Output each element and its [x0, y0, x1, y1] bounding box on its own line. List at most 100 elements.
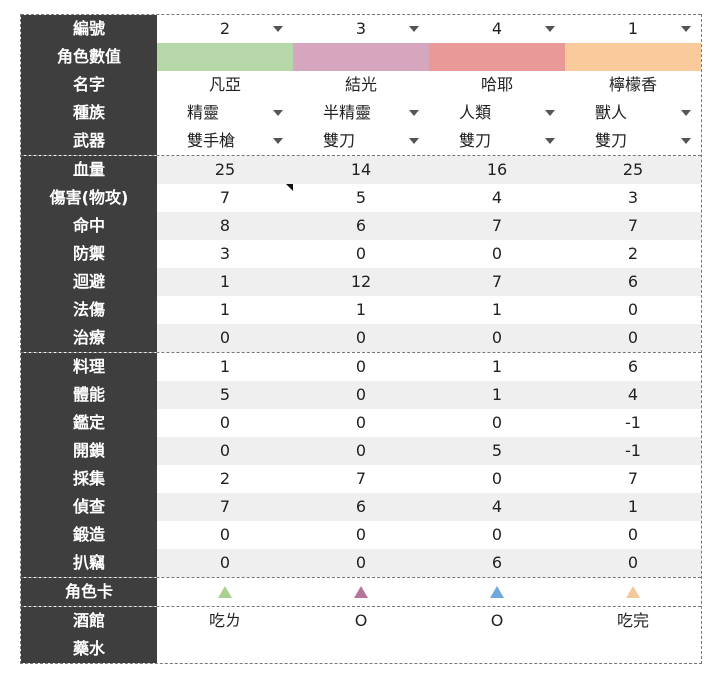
dropdown-arrow-icon[interactable] — [681, 138, 691, 144]
stats-cell[interactable] — [293, 43, 429, 71]
def-cell[interactable]: 0 — [429, 240, 565, 268]
gather-cell[interactable]: 7 — [293, 465, 429, 493]
phys-cell[interactable]: 5 — [157, 381, 293, 409]
name-cell[interactable]: 哈耶 — [429, 71, 565, 99]
tavern-cell[interactable]: 吃ㄌ — [157, 607, 293, 635]
appraise-cell[interactable]: 0 — [293, 409, 429, 437]
dropdown-arrow-icon[interactable] — [681, 26, 691, 32]
eva-cell[interactable]: 12 — [293, 268, 429, 296]
detect-cell[interactable]: 1 — [565, 493, 701, 521]
unlock-cell[interactable]: 5 — [429, 437, 565, 465]
gather-cell[interactable]: 2 — [157, 465, 293, 493]
eva-cell[interactable]: 7 — [429, 268, 565, 296]
dmg-cell[interactable]: 4 — [429, 184, 565, 212]
id-cell[interactable]: 1 — [565, 15, 701, 43]
id-cell[interactable]: 2 — [157, 15, 293, 43]
steal-cell[interactable]: 0 — [157, 549, 293, 577]
steal-cell[interactable]: 0 — [565, 549, 701, 577]
detect-cell[interactable]: 7 — [157, 493, 293, 521]
dropdown-arrow-icon[interactable] — [409, 138, 419, 144]
weapon-cell[interactable]: 雙手槍 — [157, 127, 293, 155]
appraise-cell[interactable]: 0 — [429, 409, 565, 437]
forge-cell[interactable]: 0 — [293, 521, 429, 549]
forge-cell[interactable]: 0 — [565, 521, 701, 549]
heal-cell[interactable]: 0 — [429, 324, 565, 352]
dmg-cell[interactable]: 7 — [157, 184, 293, 212]
phys-cell[interactable]: 0 — [293, 381, 429, 409]
mag-cell[interactable]: 1 — [293, 296, 429, 324]
hp-cell[interactable]: 16 — [429, 156, 565, 184]
race-cell[interactable]: 獸人 — [565, 99, 701, 127]
hit-cell[interactable]: 7 — [565, 212, 701, 240]
mag-cell[interactable]: 1 — [429, 296, 565, 324]
eva-cell[interactable]: 6 — [565, 268, 701, 296]
name-cell[interactable]: 凡亞 — [157, 71, 293, 99]
card-cell[interactable] — [429, 578, 565, 606]
def-cell[interactable]: 3 — [157, 240, 293, 268]
id-cell[interactable]: 3 — [293, 15, 429, 43]
potion-cell[interactable] — [157, 635, 293, 663]
dropdown-arrow-icon[interactable] — [273, 138, 283, 144]
hp-cell[interactable]: 25 — [157, 156, 293, 184]
phys-cell[interactable]: 1 — [429, 381, 565, 409]
race-cell[interactable]: 精靈 — [157, 99, 293, 127]
heal-cell[interactable]: 0 — [157, 324, 293, 352]
dropdown-arrow-icon[interactable] — [409, 110, 419, 116]
detect-cell[interactable]: 4 — [429, 493, 565, 521]
mag-cell[interactable]: 0 — [565, 296, 701, 324]
appraise-cell[interactable]: 0 — [157, 409, 293, 437]
weapon-cell[interactable]: 雙刀 — [293, 127, 429, 155]
gather-cell[interactable]: 7 — [565, 465, 701, 493]
appraise-cell[interactable]: -1 — [565, 409, 701, 437]
forge-cell[interactable]: 0 — [429, 521, 565, 549]
tavern-cell[interactable]: O — [429, 607, 565, 635]
detect-cell[interactable]: 6 — [293, 493, 429, 521]
tavern-cell[interactable]: 吃完 — [565, 607, 701, 635]
dropdown-arrow-icon[interactable] — [545, 26, 555, 32]
race-cell[interactable]: 半精靈 — [293, 99, 429, 127]
steal-cell[interactable]: 6 — [429, 549, 565, 577]
phys-cell[interactable]: 4 — [565, 381, 701, 409]
dmg-cell[interactable]: 5 — [293, 184, 429, 212]
dropdown-arrow-icon[interactable] — [681, 110, 691, 116]
dropdown-arrow-icon[interactable] — [545, 110, 555, 116]
comment-indicator-icon[interactable] — [286, 184, 293, 191]
dropdown-arrow-icon[interactable] — [273, 26, 283, 32]
unlock-cell[interactable]: 0 — [157, 437, 293, 465]
def-cell[interactable]: 0 — [293, 240, 429, 268]
hit-cell[interactable]: 7 — [429, 212, 565, 240]
forge-cell[interactable]: 0 — [157, 521, 293, 549]
stats-cell[interactable] — [157, 43, 293, 71]
heal-cell[interactable]: 0 — [293, 324, 429, 352]
steal-cell[interactable]: 0 — [293, 549, 429, 577]
gather-cell[interactable]: 0 — [429, 465, 565, 493]
potion-cell[interactable] — [429, 635, 565, 663]
mag-cell[interactable]: 1 — [157, 296, 293, 324]
stats-cell[interactable] — [565, 43, 701, 71]
hit-cell[interactable]: 8 — [157, 212, 293, 240]
card-cell[interactable] — [157, 578, 293, 606]
potion-cell[interactable] — [565, 635, 701, 663]
card-cell[interactable] — [565, 578, 701, 606]
potion-cell[interactable] — [293, 635, 429, 663]
hit-cell[interactable]: 6 — [293, 212, 429, 240]
dropdown-arrow-icon[interactable] — [273, 110, 283, 116]
unlock-cell[interactable]: 0 — [293, 437, 429, 465]
dropdown-arrow-icon[interactable] — [409, 26, 419, 32]
hp-cell[interactable]: 25 — [565, 156, 701, 184]
tavern-cell[interactable]: O — [293, 607, 429, 635]
cook-cell[interactable]: 1 — [157, 353, 293, 381]
heal-cell[interactable]: 0 — [565, 324, 701, 352]
eva-cell[interactable]: 1 — [157, 268, 293, 296]
hp-cell[interactable]: 14 — [293, 156, 429, 184]
cook-cell[interactable]: 6 — [565, 353, 701, 381]
def-cell[interactable]: 2 — [565, 240, 701, 268]
cook-cell[interactable]: 0 — [293, 353, 429, 381]
weapon-cell[interactable]: 雙刀 — [565, 127, 701, 155]
name-cell[interactable]: 檸檬香 — [565, 71, 701, 99]
weapon-cell[interactable]: 雙刀 — [429, 127, 565, 155]
stats-cell[interactable] — [429, 43, 565, 71]
dropdown-arrow-icon[interactable] — [545, 138, 555, 144]
dmg-cell[interactable]: 3 — [565, 184, 701, 212]
race-cell[interactable]: 人類 — [429, 99, 565, 127]
